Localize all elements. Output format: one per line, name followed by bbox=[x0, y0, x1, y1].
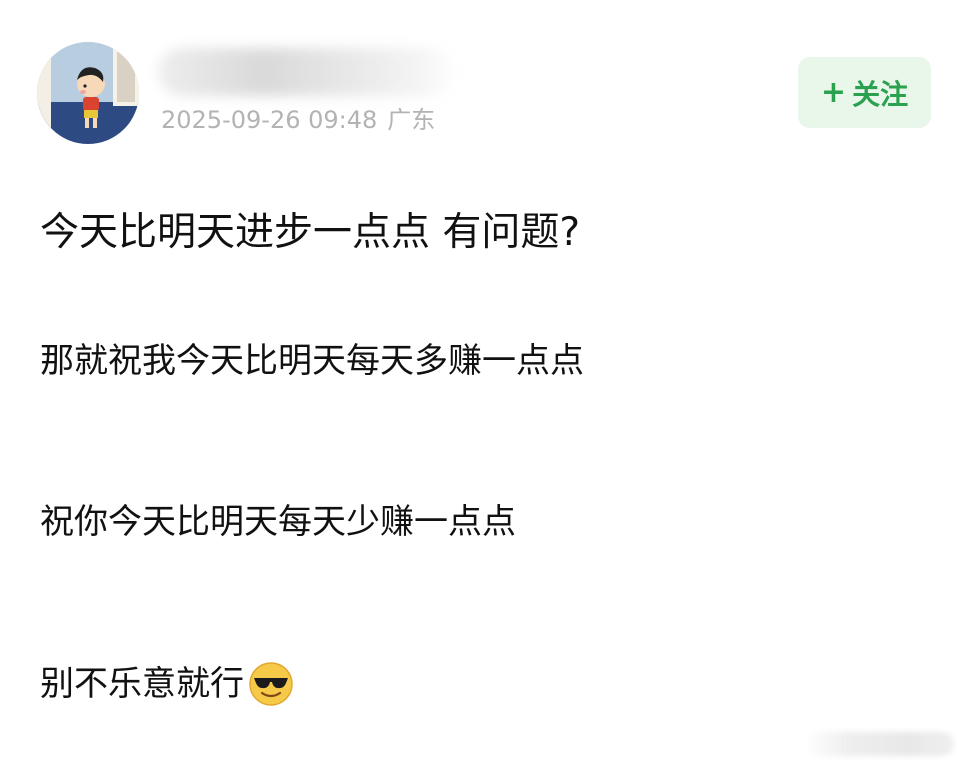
post-text-line-2: 那就祝我今天比明天每天多赚一点点 bbox=[40, 341, 584, 381]
follow-button-label: 关注 bbox=[852, 77, 909, 111]
weibo-post: 2025-09-26 09:48 广东 + 关注 今天比明天进步一点点 有问题? … bbox=[0, 0, 968, 764]
username-blurred[interactable] bbox=[158, 48, 458, 96]
follow-button[interactable]: + 关注 bbox=[798, 57, 931, 128]
post-text-line-4-text: 别不乐意就行 bbox=[40, 664, 244, 704]
cartoon-boy-avatar-icon bbox=[37, 42, 139, 144]
post-location: 广东 bbox=[387, 106, 436, 134]
sunglasses-emoji-icon bbox=[248, 661, 294, 707]
plus-icon: + bbox=[820, 74, 847, 110]
post-timestamp: 2025-09-26 09:48 bbox=[161, 106, 378, 134]
post-text-line-1: 今天比明天进步一点点 有问题? bbox=[40, 210, 581, 255]
watermark-blurred bbox=[804, 732, 954, 756]
post-meta: 2025-09-26 09:48 广东 bbox=[161, 104, 435, 136]
user-avatar[interactable] bbox=[37, 42, 139, 144]
post-text-line-4: 别不乐意就行 bbox=[40, 659, 294, 709]
post-text-line-3: 祝你今天比明天每天少赚一点点 bbox=[40, 502, 516, 542]
